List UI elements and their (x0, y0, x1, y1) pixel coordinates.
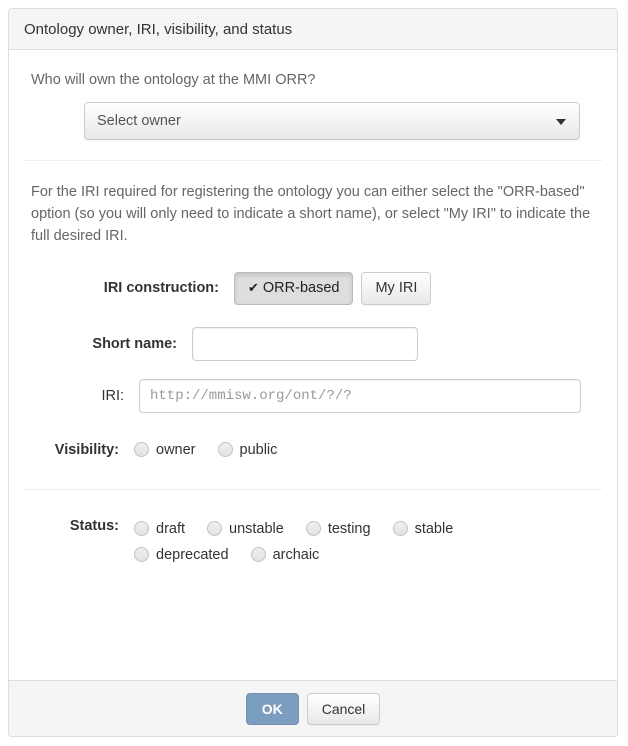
radio-icon (134, 547, 149, 562)
radio-label: unstable (229, 520, 284, 537)
radio-visibility-owner[interactable]: owner (134, 437, 196, 463)
radio-icon (305, 521, 321, 536)
radio-icon (217, 442, 233, 457)
radio-label: owner (156, 441, 196, 458)
visibility-row: Visibility: owner public (24, 413, 602, 489)
radio-label: draft (156, 520, 186, 537)
check-icon: ✔ (248, 280, 259, 295)
iri-info-paragraph: For the IRI required for registering the… (31, 184, 591, 244)
iri-construction-row: IRI construction: ✔ ORR-based My IRI (24, 247, 602, 305)
radio-status-unstable[interactable]: unstable (207, 516, 284, 542)
cancel-button[interactable]: Cancel (306, 692, 381, 725)
radio-status-deprecated[interactable]: deprecated (134, 542, 229, 568)
short-name-row: Short name: (24, 305, 602, 361)
iri-row: IRI: (24, 361, 602, 413)
radio-status-archaic[interactable]: archaic (250, 542, 320, 568)
orr-based-label: ORR-based (262, 280, 340, 296)
status-radio-group: draft unstable testing stable deprecated (134, 516, 564, 568)
radio-icon (392, 521, 408, 536)
radio-label: testing (327, 520, 371, 537)
radio-status-testing[interactable]: testing (305, 516, 371, 542)
iri-input[interactable] (139, 378, 581, 413)
panel-footer: OK Cancel (9, 680, 617, 736)
radio-label: stable (414, 520, 454, 537)
radio-icon (134, 442, 149, 457)
owner-select-value: Select owner (97, 113, 181, 129)
radio-label: archaic (272, 546, 320, 563)
ok-button[interactable]: OK (245, 692, 299, 725)
radio-label: public (239, 441, 278, 458)
status-row: Status: draft unstable testing stable de… (24, 490, 602, 606)
owner-select-row: Select owner (24, 102, 602, 160)
panel-body: Who will own the ontology at the MMI ORR… (9, 50, 617, 606)
page-title: Ontology owner, IRI, visibility, and sta… (24, 20, 293, 38)
short-name-label: Short name: (92, 335, 177, 352)
ontology-settings-panel: Ontology owner, IRI, visibility, and sta… (8, 8, 618, 737)
radio-icon (250, 547, 266, 562)
radio-icon (134, 521, 149, 536)
iri-construction-label: IRI construction: (103, 280, 219, 297)
owner-select[interactable]: Select owner (84, 102, 580, 140)
orr-based-button[interactable]: ✔ ORR-based (234, 272, 354, 305)
status-label: Status: (69, 517, 119, 534)
radio-label: deprecated (156, 546, 229, 563)
radio-status-stable[interactable]: stable (392, 516, 454, 542)
panel-header: Ontology owner, IRI, visibility, and sta… (9, 9, 617, 50)
my-iri-button[interactable]: My IRI (361, 272, 432, 305)
my-iri-label: My IRI (375, 280, 418, 296)
radio-icon (207, 521, 223, 536)
radio-status-draft[interactable]: draft (134, 516, 185, 542)
iri-construction-button-group: ✔ ORR-based My IRI (234, 272, 432, 305)
chevron-down-icon (556, 119, 566, 125)
radio-visibility-public[interactable]: public (217, 437, 278, 463)
short-name-input[interactable] (192, 326, 418, 361)
owner-question-label: Who will own the ontology at the MMI ORR… (31, 72, 316, 88)
visibility-radio-group: owner public (134, 437, 299, 463)
iri-label: IRI: (101, 387, 124, 404)
visibility-label: Visibility: (54, 441, 119, 458)
